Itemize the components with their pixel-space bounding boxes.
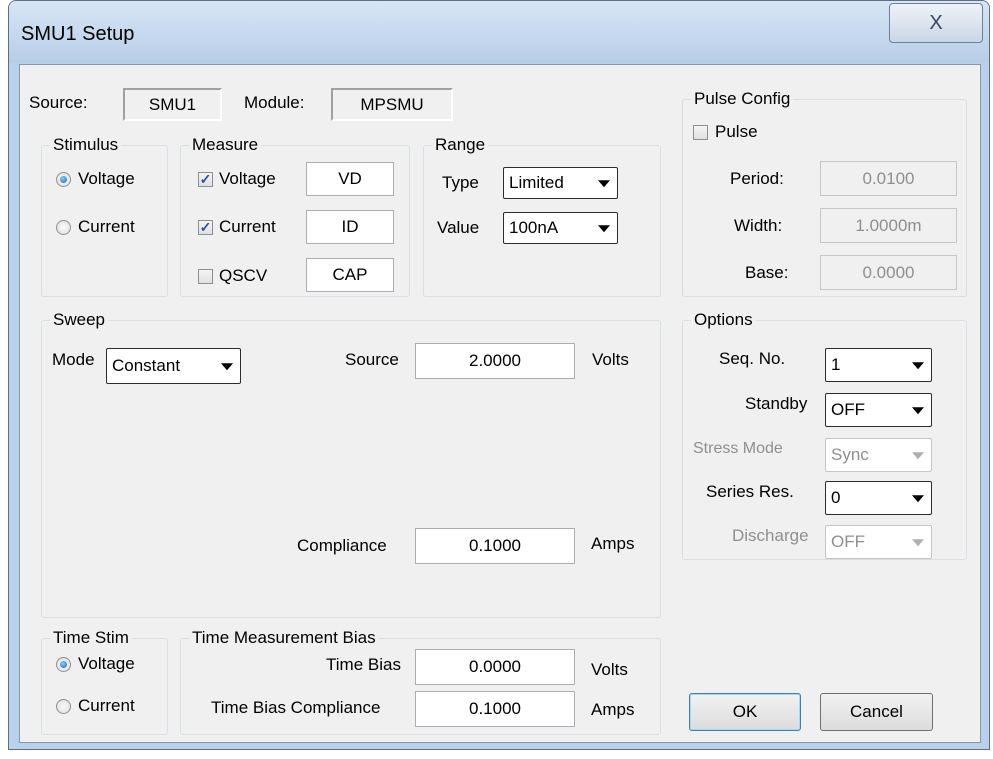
- module-field: MPSMU: [331, 88, 453, 121]
- options-discharge-label: Discharge: [732, 526, 809, 545]
- pulse-period-label: Period:: [730, 169, 784, 188]
- sweep-mode-label: Mode: [52, 350, 95, 369]
- time-stim-voltage-label[interactable]: Voltage: [78, 654, 135, 674]
- measure-group: Measure ✓ Voltage VD ✓ Current ID QSCV C…: [180, 135, 410, 297]
- measure-current-name-field[interactable]: ID: [306, 210, 394, 244]
- measure-qscv-label[interactable]: QSCV: [219, 266, 267, 286]
- ok-button[interactable]: OK: [689, 693, 801, 731]
- options-stress-label: Stress Mode: [693, 440, 783, 457]
- range-group: Range Type Limited Value 100nA: [423, 135, 661, 297]
- time-bias-unit: Volts: [591, 660, 628, 679]
- options-discharge-value: OFF: [831, 532, 865, 551]
- sweep-title: Sweep: [50, 310, 108, 330]
- pulse-width-label: Width:: [734, 216, 783, 235]
- time-bias-field[interactable]: 0.0000: [415, 649, 575, 685]
- time-stim-group: Time Stim Voltage Current: [41, 628, 168, 735]
- chevron-down-icon: [598, 225, 610, 233]
- stimulus-voltage-radio[interactable]: [56, 172, 71, 187]
- chevron-down-icon: [912, 452, 924, 460]
- options-seq-value: 1: [831, 355, 841, 374]
- pulse-checkbox-label[interactable]: Pulse: [715, 122, 758, 142]
- chevron-down-icon: [912, 495, 924, 503]
- time-bias-title: Time Measurement Bias: [189, 628, 379, 648]
- options-series-label: Series Res.: [706, 482, 794, 501]
- sweep-source-label: Source: [345, 350, 399, 369]
- time-measurement-bias-group: Time Measurement Bias Time Bias 0.0000 V…: [180, 628, 661, 735]
- measure-title: Measure: [189, 135, 262, 155]
- options-series-dropdown[interactable]: 0: [825, 481, 932, 515]
- range-value-label: Value: [437, 218, 480, 237]
- source-field: SMU1: [123, 88, 222, 121]
- pulse-base-field[interactable]: 0.0000: [820, 255, 957, 290]
- title-bar[interactable]: SMU1 Setup X: [9, 1, 989, 63]
- measure-current-checkbox[interactable]: ✓: [198, 220, 213, 235]
- module-label: Module:: [244, 93, 305, 112]
- options-standby-label: Standby: [745, 394, 808, 413]
- close-button[interactable]: X: [889, 3, 983, 43]
- chevron-down-icon: [221, 363, 233, 371]
- time-stim-current-label[interactable]: Current: [78, 696, 135, 716]
- options-standby-dropdown[interactable]: OFF: [825, 393, 932, 427]
- sweep-mode-value: Constant: [112, 356, 181, 375]
- measure-current-label[interactable]: Current: [219, 217, 276, 237]
- window-title: SMU1 Setup: [21, 23, 135, 45]
- pulse-width-field[interactable]: 1.0000m: [820, 208, 957, 243]
- time-stim-current-radio[interactable]: [56, 699, 71, 714]
- sweep-group: Sweep Mode Constant Source 2.0000 Volts …: [41, 310, 661, 618]
- options-discharge-dropdown[interactable]: OFF: [825, 525, 932, 559]
- measure-voltage-name-field[interactable]: VD: [306, 162, 394, 196]
- stimulus-group: Stimulus Voltage Current: [41, 135, 168, 297]
- pulse-checkbox[interactable]: [693, 125, 708, 140]
- chevron-down-icon: [912, 539, 924, 547]
- time-stim-title: Time Stim: [50, 628, 132, 648]
- options-stress-value: Sync: [831, 445, 869, 464]
- time-bias-compliance-field[interactable]: 0.1000: [415, 691, 575, 727]
- dialog-window: SMU1 Setup X Source: SMU1 Module: MPSMU …: [8, 0, 990, 750]
- stimulus-title: Stimulus: [50, 135, 122, 155]
- time-bias-compliance-unit: Amps: [591, 700, 635, 719]
- range-type-label: Type: [442, 173, 479, 192]
- options-series-value: 0: [831, 488, 841, 507]
- sweep-source-field[interactable]: 2.0000: [415, 343, 575, 379]
- sweep-mode-dropdown[interactable]: Constant: [106, 348, 241, 384]
- time-stim-voltage-radio[interactable]: [56, 657, 71, 672]
- sweep-compliance-unit: Amps: [591, 534, 635, 553]
- sweep-compliance-label: Compliance: [297, 536, 387, 555]
- range-value-dropdown[interactable]: 100nA: [503, 212, 618, 244]
- measure-qscv-checkbox[interactable]: [198, 269, 213, 284]
- range-type-dropdown[interactable]: Limited: [503, 167, 618, 199]
- options-title: Options: [691, 310, 756, 330]
- options-standby-value: OFF: [831, 400, 865, 419]
- measure-voltage-label[interactable]: Voltage: [219, 169, 276, 189]
- stimulus-voltage-label[interactable]: Voltage: [78, 169, 135, 189]
- range-type-value: Limited: [509, 173, 564, 192]
- dialog-client-area: Source: SMU1 Module: MPSMU Stimulus Volt…: [19, 64, 981, 743]
- chevron-down-icon: [598, 180, 610, 188]
- options-seq-label: Seq. No.: [719, 349, 786, 368]
- close-icon: X: [929, 11, 943, 34]
- pulse-config-title: Pulse Config: [691, 89, 794, 109]
- range-title: Range: [432, 135, 489, 155]
- chevron-down-icon: [912, 407, 924, 415]
- pulse-config-group: Pulse Config Pulse Period: 0.0100 Width:…: [682, 89, 967, 297]
- options-seq-dropdown[interactable]: 1: [825, 348, 932, 382]
- sweep-source-unit: Volts: [592, 350, 629, 369]
- range-value-value: 100nA: [509, 218, 559, 237]
- cancel-button[interactable]: Cancel: [820, 693, 933, 731]
- stimulus-current-radio[interactable]: [56, 220, 71, 235]
- pulse-base-label: Base:: [745, 263, 789, 282]
- measure-voltage-checkbox[interactable]: ✓: [198, 172, 213, 187]
- options-stress-dropdown[interactable]: Sync: [825, 438, 932, 472]
- sweep-compliance-field[interactable]: 0.1000: [415, 528, 575, 564]
- options-group: Options Seq. No. 1 Standby OFF Stress Mo…: [682, 310, 967, 560]
- pulse-period-field[interactable]: 0.0100: [820, 161, 957, 196]
- measure-qscv-name-field[interactable]: CAP: [306, 258, 394, 292]
- stimulus-current-label[interactable]: Current: [78, 217, 135, 237]
- time-bias-label: Time Bias: [326, 655, 401, 674]
- source-label: Source:: [29, 93, 88, 112]
- time-bias-compliance-label: Time Bias Compliance: [211, 698, 381, 717]
- chevron-down-icon: [912, 362, 924, 370]
